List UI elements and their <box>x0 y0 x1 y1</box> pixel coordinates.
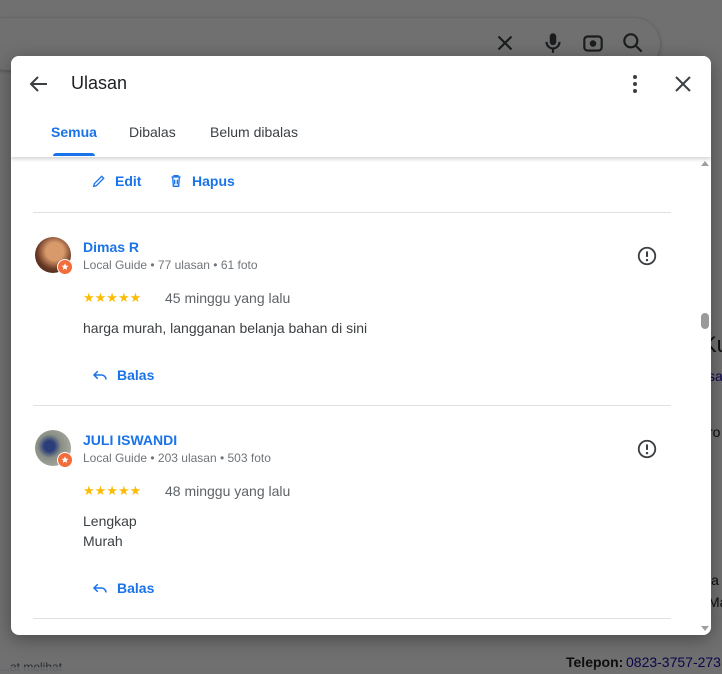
alert-circle-icon <box>637 246 657 266</box>
tab-belum-dibalas[interactable]: Belum dibalas <box>210 124 298 140</box>
review-divider <box>33 618 671 619</box>
trash-icon <box>171 175 181 187</box>
reply-icon <box>92 370 107 380</box>
report-button[interactable] <box>636 245 660 269</box>
reply-label: Balas <box>117 580 155 596</box>
close-icon <box>675 76 691 92</box>
local-guide-badge-icon <box>57 259 73 275</box>
review-time: 45 minggu yang lalu <box>165 290 291 306</box>
report-button[interactable] <box>636 438 660 462</box>
review-text-line: Murah <box>83 533 123 549</box>
reply-icon <box>92 583 107 593</box>
scrollbar-thumb[interactable] <box>701 313 709 329</box>
arrow-back-icon <box>29 76 47 92</box>
reviews-dialog: Ulasan Semua Dibalas Belum dibalas Edit <box>11 56 711 635</box>
reviewer-meta: Local Guide • 77 ulasan • 61 foto <box>83 258 258 272</box>
dialog-header: Ulasan Semua Dibalas Belum dibalas <box>11 56 711 157</box>
tab-semua[interactable]: Semua <box>51 124 97 140</box>
reply-button[interactable]: Balas <box>91 579 154 597</box>
delete-label: Hapus <box>192 173 235 189</box>
alert-circle-icon <box>637 439 657 459</box>
dialog-title: Ulasan <box>71 73 128 93</box>
scroll-up-arrow-icon[interactable] <box>701 161 709 166</box>
more-vert-icon <box>633 75 637 93</box>
avatar[interactable] <box>35 237 73 275</box>
local-guide-badge-icon <box>57 452 73 468</box>
review-divider <box>33 405 671 406</box>
tab-dibalas[interactable]: Dibalas <box>129 124 176 140</box>
scroll-down-arrow-icon[interactable] <box>701 626 709 631</box>
reviewer-meta: Local Guide • 203 ulasan • 503 foto <box>83 451 271 465</box>
review-divider <box>33 212 671 213</box>
reviewer-name[interactable]: Dimas R <box>83 239 139 255</box>
edit-review-button[interactable]: Edit <box>91 173 141 189</box>
back-button[interactable] <box>23 68 55 100</box>
scrollbar[interactable] <box>699 157 711 635</box>
review-text-line: Lengkap <box>83 513 137 529</box>
reply-button[interactable]: Balas <box>91 366 154 384</box>
delete-review-button[interactable]: Hapus <box>168 173 235 189</box>
edit-label: Edit <box>115 173 142 189</box>
review-time: 48 minggu yang lalu <box>165 483 291 499</box>
review-text: harga murah, langganan belanja bahan di … <box>83 320 368 336</box>
reply-label: Balas <box>117 367 155 383</box>
active-tab-indicator <box>53 153 95 156</box>
reviewer-name[interactable]: JULI ISWANDI <box>83 432 177 448</box>
star-rating: ★★★★★ <box>83 290 142 305</box>
pencil-icon <box>92 175 105 188</box>
reviews-list[interactable]: Edit Hapus Dimas R Local Guide • 77 ulas… <box>11 157 699 635</box>
avatar[interactable] <box>35 430 73 468</box>
star-rating: ★★★★★ <box>83 483 142 498</box>
more-options-button[interactable] <box>619 68 651 100</box>
close-button[interactable] <box>667 68 699 100</box>
